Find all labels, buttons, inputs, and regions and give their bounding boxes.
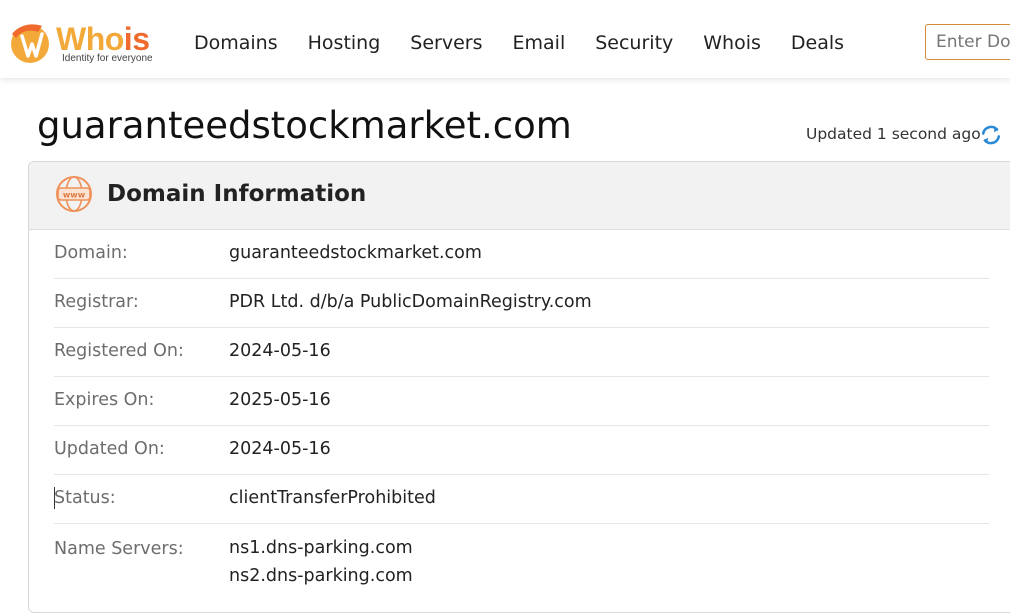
www-globe-icon: www bbox=[56, 176, 92, 212]
row-label-updated-on: Updated On: bbox=[54, 439, 165, 459]
nav-item-security[interactable]: Security bbox=[595, 30, 673, 56]
name-server-1: ns1.dns-parking.com bbox=[229, 538, 413, 558]
card-title: Domain Information bbox=[107, 181, 367, 207]
table-row: Registrar: PDR Ltd. d/b/a PublicDomainRe… bbox=[54, 279, 989, 328]
nav-item-whois[interactable]: Whois bbox=[703, 30, 761, 56]
site-header: Whois Identity for everyone Domains Host… bbox=[0, 0, 1010, 78]
table-row: Status: clientTransferProhibited bbox=[54, 475, 989, 524]
card-header: www Domain Information bbox=[29, 162, 1010, 230]
logo-word-accent: is bbox=[123, 21, 150, 57]
row-label-registered-on: Registered On: bbox=[54, 341, 184, 361]
updated-status: Updated 1 second ago bbox=[806, 125, 981, 143]
row-value-status: clientTransferProhibited bbox=[229, 488, 436, 508]
row-label-registrar: Registrar: bbox=[54, 292, 139, 312]
main-nav: Domains Hosting Servers Email Security W… bbox=[194, 30, 874, 56]
row-value-domain: guaranteedstockmarket.com bbox=[229, 243, 482, 263]
row-value-registrar: PDR Ltd. d/b/a PublicDomainRegistry.com bbox=[229, 292, 592, 312]
nav-item-domains[interactable]: Domains bbox=[194, 30, 278, 56]
table-row: Updated On: 2024-05-16 bbox=[54, 426, 989, 475]
domain-info-table: Domain: guaranteedstockmarket.com Regist… bbox=[54, 230, 989, 594]
row-label-name-servers: Name Servers: bbox=[54, 539, 184, 559]
row-value-updated-on: 2024-05-16 bbox=[229, 439, 331, 459]
row-value-expires-on: 2025-05-16 bbox=[229, 390, 331, 410]
nav-item-email[interactable]: Email bbox=[513, 30, 566, 56]
nav-item-hosting[interactable]: Hosting bbox=[308, 30, 381, 56]
page-title: guaranteedstockmarket.com bbox=[37, 104, 572, 147]
logo-tagline: Identity for everyone bbox=[62, 53, 153, 64]
table-row: Name Servers: ns1.dns-parking.com ns2.dn… bbox=[54, 524, 989, 594]
search-input[interactable] bbox=[925, 24, 1010, 60]
nav-item-deals[interactable]: Deals bbox=[791, 30, 844, 56]
table-row: Registered On: 2024-05-16 bbox=[54, 328, 989, 377]
nav-item-servers[interactable]: Servers bbox=[410, 30, 482, 56]
svg-text:www: www bbox=[63, 191, 86, 200]
row-value-registered-on: 2024-05-16 bbox=[229, 341, 331, 361]
row-label-domain: Domain: bbox=[54, 243, 128, 263]
name-server-2: ns2.dns-parking.com bbox=[229, 566, 413, 586]
logo-word-main: Who bbox=[56, 21, 124, 57]
table-row: Domain: guaranteedstockmarket.com bbox=[54, 230, 989, 279]
domain-info-card: www Domain Information Domain: guarantee… bbox=[28, 161, 1010, 613]
row-value-name-servers: ns1.dns-parking.com ns2.dns-parking.com bbox=[229, 534, 413, 590]
row-label-status: Status: bbox=[54, 488, 116, 508]
whois-logo[interactable]: Whois Identity for everyone bbox=[8, 20, 168, 66]
row-label-expires-on: Expires On: bbox=[54, 390, 155, 410]
table-row: Expires On: 2025-05-16 bbox=[54, 377, 989, 426]
logo-mark-icon bbox=[11, 24, 49, 63]
refresh-icon[interactable] bbox=[980, 123, 1002, 147]
